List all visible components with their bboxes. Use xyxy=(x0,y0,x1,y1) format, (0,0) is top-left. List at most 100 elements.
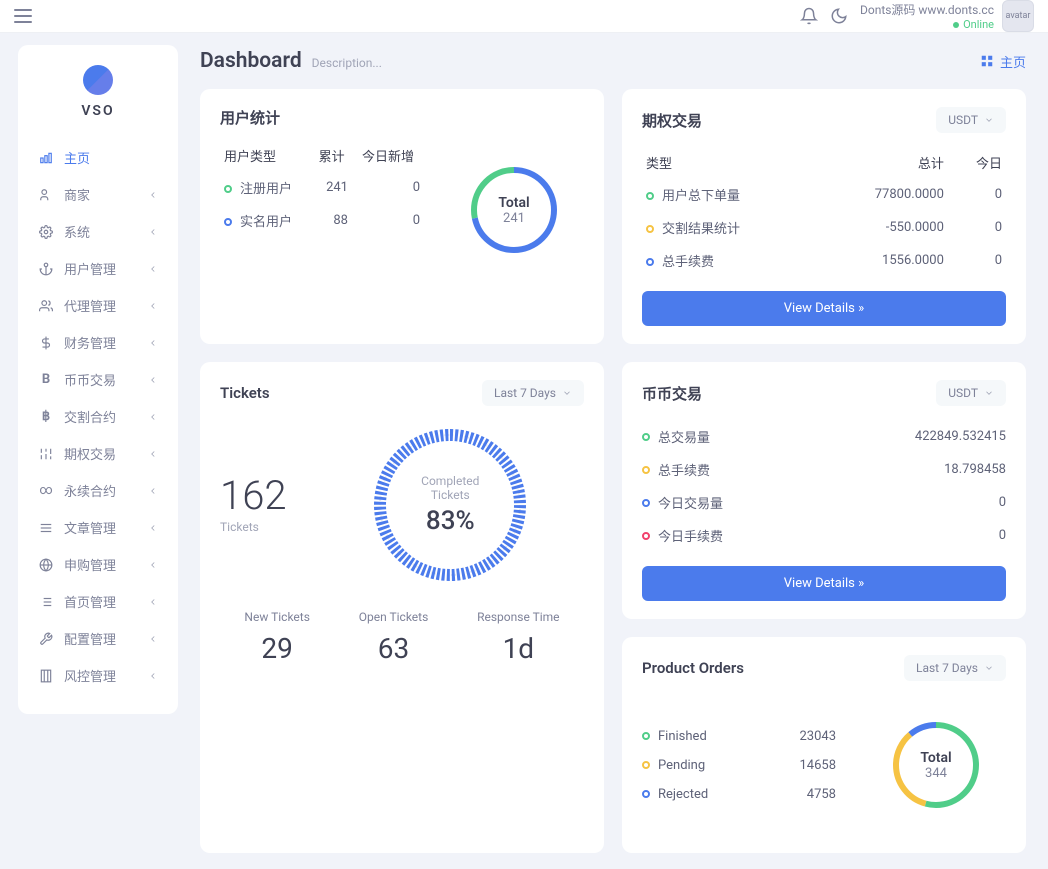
sidebar-item-perpetual-contract[interactable]: ∞永续合约 xyxy=(18,472,178,509)
sidebar-item-article-mgmt[interactable]: 文章管理 xyxy=(18,509,178,546)
chevron-left-icon xyxy=(148,671,158,681)
sidebar-item-user-mgmt[interactable]: 用户管理 xyxy=(18,250,178,287)
total-label: Total xyxy=(920,750,951,766)
card-title: Tickets xyxy=(220,384,270,402)
chevron-left-icon xyxy=(148,190,158,200)
chevron-left-icon xyxy=(148,449,158,459)
list-item: 总交易量422849.532415 xyxy=(642,420,1006,453)
sidebar-item-subscribe-mgmt[interactable]: 申购管理 xyxy=(18,546,178,583)
avatar[interactable]: avatar xyxy=(1002,0,1034,32)
chart-icon xyxy=(38,150,54,166)
users-icon xyxy=(38,298,54,314)
ticket-count: 162 xyxy=(220,476,287,516)
chevron-left-icon xyxy=(148,412,158,422)
sidebar-item-label: 用户管理 xyxy=(64,259,116,278)
chevron-left-icon xyxy=(148,523,158,533)
sidebar-item-merchant[interactable]: 商家 xyxy=(18,176,178,213)
list-item: Rejected4758 xyxy=(642,780,836,809)
sidebar-item-label: 风控管理 xyxy=(64,666,116,685)
grid-icon xyxy=(980,54,994,68)
sidebar-item-label: 主页 xyxy=(64,148,90,167)
card-title: 用户统计 xyxy=(220,107,584,128)
sidebar-item-label: 币币交易 xyxy=(64,370,116,389)
dot-icon xyxy=(642,466,650,474)
page-desc: Description... xyxy=(312,56,382,70)
view-details-button[interactable]: View Details » xyxy=(642,566,1006,601)
logo-icon xyxy=(83,65,113,95)
dot-icon xyxy=(646,225,654,233)
sidebar-item-option-trade[interactable]: 期权交易 xyxy=(18,435,178,472)
dot-icon xyxy=(646,258,654,266)
user-stats-donut: Total 241 xyxy=(444,140,584,280)
orders-donut: Total 344 xyxy=(866,695,1006,835)
chevron-left-icon xyxy=(148,560,158,570)
card-option-trade: 期权交易 USDT 类型 总计 今日 用户总下单量77800.00000 交割结… xyxy=(622,89,1026,344)
gear-icon xyxy=(38,224,54,240)
donut-label: Completed Tickets xyxy=(408,474,493,502)
table-row: 交割结果统计-550.00000 xyxy=(642,211,1006,244)
sidebar: VSO 主页 商家 系统 用户管理 代理管理 财务管理 B币币交易 xyxy=(18,45,178,714)
col-type: 类型 xyxy=(642,147,816,178)
sidebar-item-agent-mgmt[interactable]: 代理管理 xyxy=(18,287,178,324)
sidebar-item-label: 期权交易 xyxy=(64,444,116,463)
list-icon xyxy=(38,594,54,610)
user-menu[interactable]: Donts源码 www.donts.cc Online avatar xyxy=(860,0,1034,32)
sliders-icon xyxy=(38,446,54,462)
dot-icon xyxy=(224,218,232,226)
currency-dropdown[interactable]: USDT xyxy=(936,107,1006,133)
dark-mode-icon[interactable] xyxy=(830,7,848,25)
user-status: Online xyxy=(860,18,994,31)
chevron-left-icon xyxy=(148,486,158,496)
bell-icon[interactable] xyxy=(800,7,818,25)
infinity-icon: ∞ xyxy=(38,483,54,499)
dot-icon xyxy=(642,433,650,441)
dot-icon xyxy=(642,532,650,540)
list-item: 今日交易量0 xyxy=(642,486,1006,519)
chevron-left-icon xyxy=(148,264,158,274)
sidebar-item-label: 申购管理 xyxy=(64,555,116,574)
sidebar-item-delivery-contract[interactable]: ฿交割合约 xyxy=(18,398,178,435)
sidebar-item-finance-mgmt[interactable]: 财务管理 xyxy=(18,324,178,361)
sidebar-item-coin-trade[interactable]: B币币交易 xyxy=(18,361,178,398)
ticket-count-label: Tickets xyxy=(220,520,287,534)
stat-response-time: Response Time 1d xyxy=(477,610,559,665)
dot-icon xyxy=(646,192,654,200)
period-dropdown[interactable]: Last 7 Days xyxy=(482,380,584,406)
chevron-left-icon xyxy=(148,301,158,311)
total-value: 344 xyxy=(920,766,951,781)
people-icon xyxy=(38,187,54,203)
sidebar-item-label: 财务管理 xyxy=(64,333,116,352)
col-sum: 总计 xyxy=(816,147,948,178)
stat-open-tickets: Open Tickets 63 xyxy=(359,610,429,665)
logo-text: VSO xyxy=(18,103,178,119)
sidebar-item-home[interactable]: 主页 xyxy=(18,139,178,176)
sidebar-item-home-mgmt[interactable]: 首页管理 xyxy=(18,583,178,620)
chevron-down-icon xyxy=(562,388,572,398)
col-today: 今日新增 xyxy=(352,140,424,171)
sidebar-item-risk-mgmt[interactable]: 风控管理 xyxy=(18,657,178,694)
chevron-down-icon xyxy=(984,115,994,125)
sidebar-item-label: 首页管理 xyxy=(64,592,116,611)
breadcrumb[interactable]: 主页 xyxy=(980,52,1026,71)
chevron-left-icon xyxy=(148,375,158,385)
period-dropdown[interactable]: Last 7 Days xyxy=(904,655,1006,681)
chevron-left-icon xyxy=(148,338,158,348)
globe-icon xyxy=(38,557,54,573)
sidebar-item-label: 配置管理 xyxy=(64,629,116,648)
sidebar-item-config-mgmt[interactable]: 配置管理 xyxy=(18,620,178,657)
wrench-icon xyxy=(38,631,54,647)
sidebar-item-system[interactable]: 系统 xyxy=(18,213,178,250)
card-product-orders: Product Orders Last 7 Days Finished23043… xyxy=(622,637,1026,853)
card-coin-trade: 币币交易 USDT 总交易量422849.532415 总手续费18.79845… xyxy=(622,362,1026,619)
sidebar-item-label: 代理管理 xyxy=(64,296,116,315)
menu-toggle[interactable] xyxy=(14,9,32,23)
currency-dropdown[interactable]: USDT xyxy=(936,380,1006,406)
lines-icon xyxy=(38,520,54,536)
dollar-icon xyxy=(38,335,54,351)
card-title: 币币交易 xyxy=(642,383,702,404)
table-row: 实名用户 88 0 xyxy=(220,204,424,237)
sidebar-item-label: 文章管理 xyxy=(64,518,116,537)
table-row: 总手续费1556.00000 xyxy=(642,244,1006,277)
stat-new-tickets: New Tickets 29 xyxy=(244,610,310,665)
view-details-button[interactable]: View Details » xyxy=(642,291,1006,326)
